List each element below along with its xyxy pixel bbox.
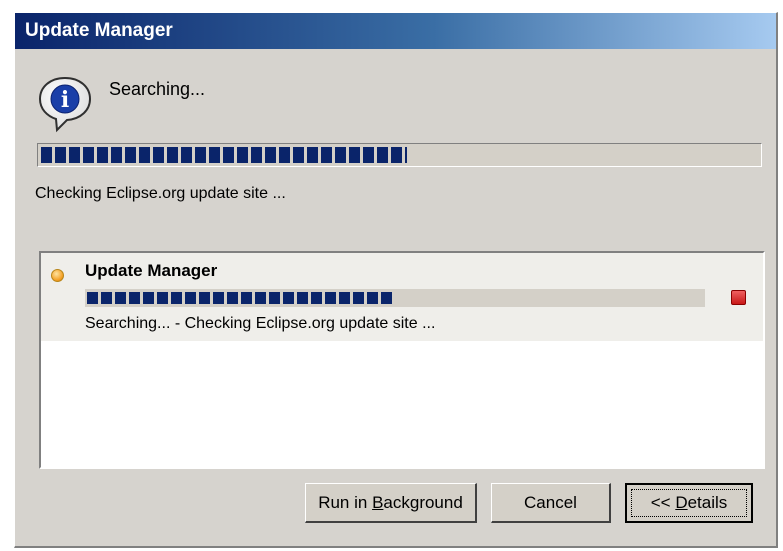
cancel-button[interactable]: Cancel [491,483,611,523]
details-button[interactable]: << Details [625,483,753,523]
details-panel[interactable]: Update Manager Searching... - Checking E… [39,251,765,469]
stop-icon[interactable] [731,290,746,305]
job-progress-bar [85,289,705,307]
job-progress-fill [87,292,395,304]
focus-outline [631,489,747,517]
status-message: Searching... [109,79,206,99]
window-title: Update Manager [25,20,173,41]
status-detail: Checking Eclipse.org update site ... [35,185,286,202]
cancel-label: Cancel [524,492,577,512]
job-title: Update Manager [85,261,218,280]
information-speech-bubble-icon: i [38,76,92,133]
job-status-dot-icon [51,269,64,282]
run-in-background-button[interactable]: Run in Background [305,483,477,523]
job-detail: Searching... - Checking Eclipse.org upda… [85,315,436,332]
title-bar[interactable]: Update Manager [15,13,776,49]
main-progress-bar [37,143,762,167]
run-in-background-label: Run in Background [318,492,463,512]
svg-text:i: i [61,87,69,113]
job-row[interactable]: Update Manager Searching... - Checking E… [41,253,763,341]
update-manager-dialog: Update Manager i Searching... Checking E… [14,12,778,548]
main-progress-fill [41,147,407,163]
